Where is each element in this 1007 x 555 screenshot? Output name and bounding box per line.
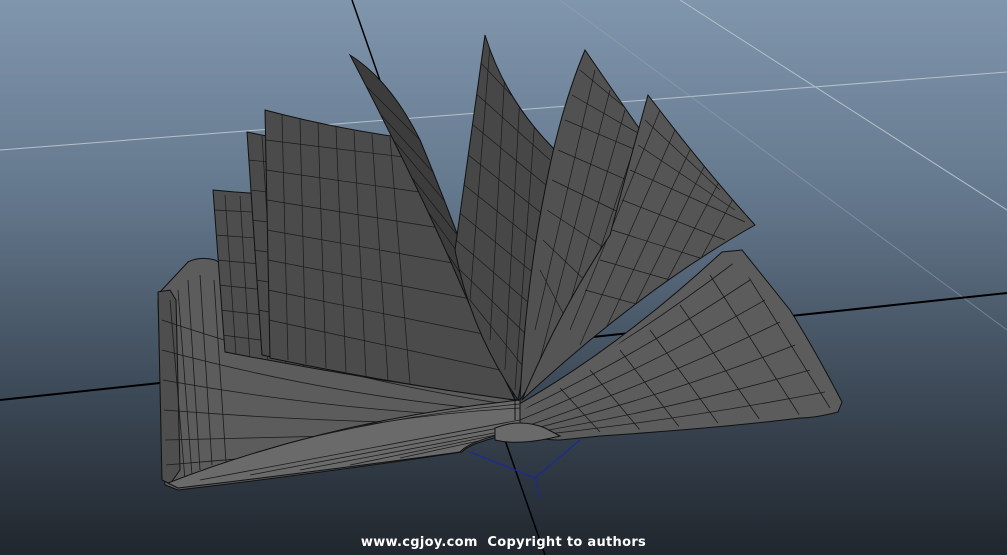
grid-line [679,0,1007,211]
maya-perspective-viewport[interactable]: www.cgjoy.com Copyright to authors [0,0,1007,555]
rig-locator[interactable] [469,439,581,499]
viewport-scene[interactable] [0,0,1007,555]
watermark-text: www.cgjoy.com Copyright to authors [360,535,647,550]
